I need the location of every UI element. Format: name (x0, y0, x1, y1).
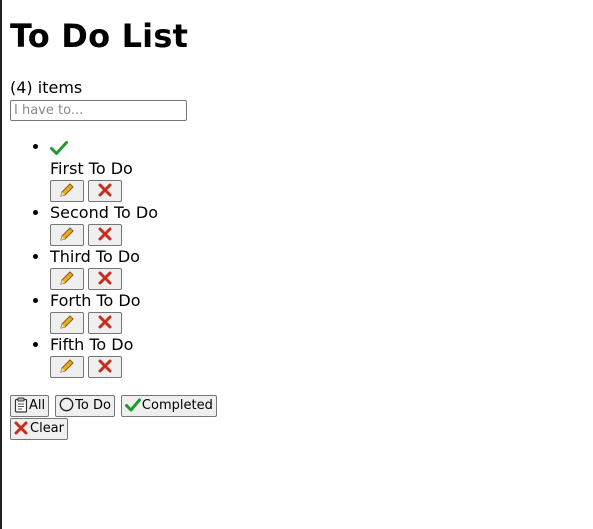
edit-button[interactable] (50, 312, 84, 334)
todo-list: First To Do Second To Do Third To Do For… (10, 136, 158, 378)
x-icon (98, 183, 112, 196)
completed-check-icon (50, 136, 158, 158)
todo-label[interactable]: Forth To Do (50, 290, 158, 312)
clipboard-icon (14, 397, 28, 413)
delete-button[interactable] (88, 312, 122, 334)
clear-label: Clear (30, 421, 64, 436)
pencil-icon (60, 314, 74, 329)
todo-actions (50, 268, 158, 290)
list-item: Second To Do (50, 202, 158, 246)
x-icon (14, 421, 28, 434)
clear-row: Clear (10, 418, 70, 440)
delete-button[interactable] (88, 356, 122, 378)
todo-actions (50, 312, 158, 334)
filter-todo-button[interactable]: To Do (55, 395, 115, 417)
filter-all-label: All (29, 398, 46, 413)
todo-label[interactable]: Fifth To Do (50, 334, 158, 356)
todo-label[interactable]: First To Do (50, 158, 158, 180)
item-count: (4) items (10, 78, 83, 97)
new-todo-input[interactable] (10, 100, 187, 121)
edit-button[interactable] (50, 180, 84, 202)
list-item: Forth To Do (50, 290, 158, 334)
list-item: Third To Do (50, 246, 158, 290)
pencil-icon (60, 270, 74, 285)
todo-actions (50, 356, 158, 378)
delete-button[interactable] (88, 180, 122, 202)
x-icon (98, 315, 112, 328)
pencil-icon (60, 226, 74, 241)
pencil-icon (60, 358, 74, 373)
list-item: Fifth To Do (50, 334, 158, 378)
circle-icon (59, 397, 74, 412)
pencil-icon (60, 182, 74, 197)
todo-label[interactable]: Second To Do (50, 202, 158, 224)
filter-completed-button[interactable]: Completed (120, 395, 217, 417)
x-icon (98, 227, 112, 240)
delete-button[interactable] (88, 224, 122, 246)
delete-button[interactable] (88, 268, 122, 290)
filter-completed-label: Completed (141, 398, 213, 413)
check-icon (124, 398, 141, 411)
todo-label[interactable]: Third To Do (50, 246, 158, 268)
edit-button[interactable] (50, 356, 84, 378)
todo-actions (50, 180, 158, 202)
x-icon (98, 359, 112, 372)
page-title: To Do List (10, 17, 189, 55)
filter-bar: All To Do Completed (10, 395, 223, 417)
edit-button[interactable] (50, 268, 84, 290)
filter-all-button[interactable]: All (10, 395, 50, 417)
clear-button[interactable]: Clear (10, 418, 68, 440)
list-item: First To Do (50, 136, 158, 202)
filter-todo-label: To Do (75, 398, 111, 413)
window-left-border (0, 0, 2, 529)
edit-button[interactable] (50, 224, 84, 246)
x-icon (98, 271, 112, 284)
todo-actions (50, 224, 158, 246)
